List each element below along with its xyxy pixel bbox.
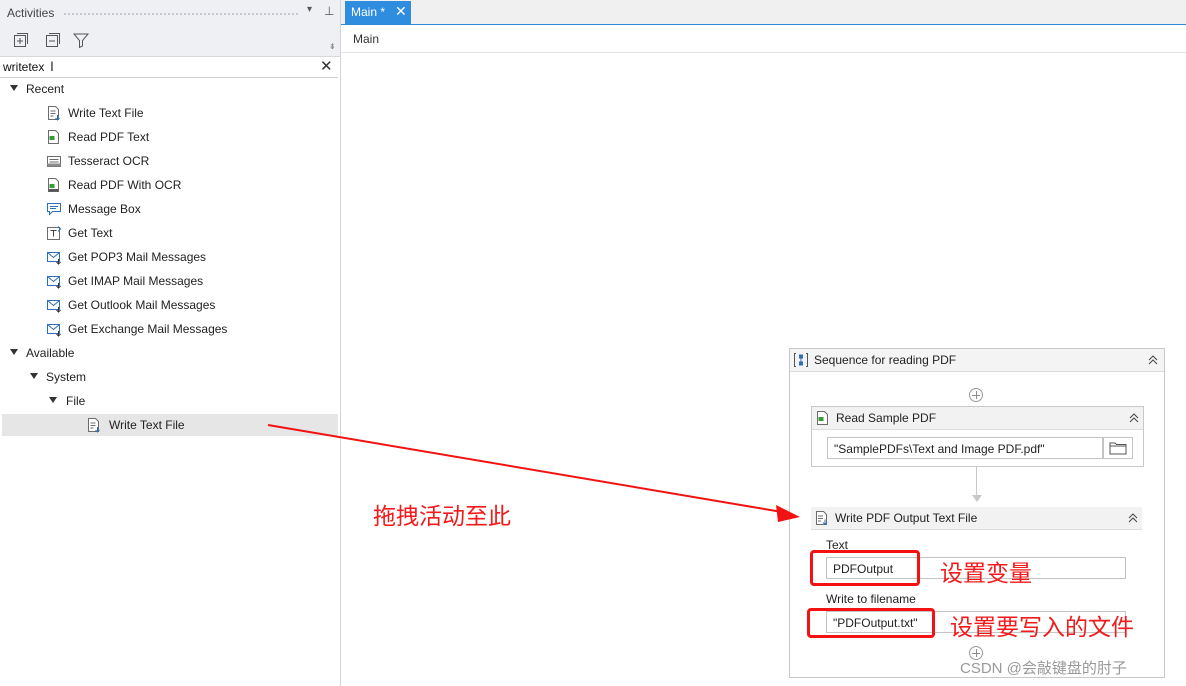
highlight-filename-field <box>807 608 935 638</box>
toolbar-overflow-icon[interactable]: ⇟ <box>329 42 336 51</box>
mail-icon <box>47 324 61 337</box>
write-text-file-icon <box>816 511 828 525</box>
tree-item-label: Get Text <box>68 226 113 240</box>
tree-group-file[interactable]: File <box>0 390 338 412</box>
get-text-icon <box>47 226 61 240</box>
expand-all-icon[interactable] <box>12 31 30 49</box>
breadcrumb-bar: Main <box>341 25 1186 53</box>
tree-group-available[interactable]: Available <box>0 342 338 364</box>
collapse-all-icon[interactable] <box>44 31 62 49</box>
activities-search: I ✕ <box>0 57 338 78</box>
read-pdf-icon <box>48 130 59 144</box>
search-input[interactable] <box>3 58 303 75</box>
tree-item-recent[interactable]: Get Text <box>0 222 338 244</box>
breadcrumb[interactable]: Main <box>353 32 379 46</box>
drag-annotation: 拖拽活动至此 <box>373 504 511 530</box>
collapse-icon[interactable] <box>1128 513 1138 523</box>
tree-group-label: Available <box>26 346 75 360</box>
tree-item-label: Read PDF With OCR <box>68 178 182 192</box>
tree-item-label: Tesseract OCR <box>68 154 150 168</box>
activity-header: Read Sample PDF <box>812 407 1143 430</box>
activities-toolbar: ⇟ <box>0 26 340 57</box>
tree-item-recent[interactable]: Write Text File <box>0 102 338 124</box>
mail-icon <box>47 276 61 289</box>
variable-annotation: 设置变量 <box>940 561 1032 587</box>
write-text-file-icon <box>48 106 60 121</box>
highlight-text-field <box>810 550 920 586</box>
tree-item-label: Get Outlook Mail Messages <box>68 298 216 312</box>
read-pdf-icon <box>817 411 828 425</box>
tree-item-recent[interactable]: Read PDF With OCR <box>0 174 338 196</box>
activities-panel-title: Activities <box>7 6 55 20</box>
tree-item-label: Write Text File <box>109 418 185 432</box>
connector-line <box>976 467 977 497</box>
tree-group-label: File <box>66 394 86 408</box>
tree-item-recent[interactable]: Get IMAP Mail Messages <box>0 270 338 292</box>
add-activity-icon[interactable] <box>969 388 983 402</box>
expanded-caret-icon[interactable] <box>30 373 38 379</box>
watermark: CSDN @会敲键盘的肘子 <box>960 660 1127 677</box>
file-name-field[interactable]: "SamplePDFs\Text and Image PDF.pdf" <box>827 437 1103 459</box>
read-pdf-ocr-icon <box>48 178 59 192</box>
tree-group-label: System <box>46 370 87 384</box>
pin-icon[interactable]: ⊥ <box>324 4 334 18</box>
tree-item-recent[interactable]: Message Box <box>0 198 338 220</box>
filter-icon[interactable] <box>72 31 90 49</box>
sequence-icon <box>794 353 808 367</box>
mail-icon <box>47 300 61 313</box>
activity-title: Read Sample PDF <box>836 411 937 425</box>
filename-label: Write to filename <box>826 592 916 606</box>
document-tabbar: Main * ✕ <box>341 0 1186 25</box>
tree-item-recent[interactable]: Tesseract OCR <box>0 150 338 172</box>
tree-group-system[interactable]: System <box>0 366 338 388</box>
activity-title: Write PDF Output Text File <box>835 511 978 525</box>
activities-panel: Activities ▾ ⊥ ⇟ I ✕ Recent Available <box>0 0 341 686</box>
tree-item-label: Message Box <box>68 202 141 216</box>
panel-dropdown-icon[interactable]: ▾ <box>307 4 312 15</box>
activities-panel-header: Activities ▾ ⊥ <box>0 0 340 26</box>
expanded-caret-icon[interactable] <box>10 85 18 91</box>
clear-search-icon[interactable]: ✕ <box>320 57 333 75</box>
tree-group-recent[interactable]: Recent <box>0 78 338 100</box>
write-text-file-icon <box>88 418 100 433</box>
close-icon[interactable]: ✕ <box>395 3 407 20</box>
mail-icon <box>47 252 61 265</box>
panel-grip[interactable] <box>63 12 299 16</box>
connector-arrow-icon <box>972 495 982 502</box>
tree-item-label: Get IMAP Mail Messages <box>68 274 204 288</box>
tree-item-label: Get POP3 Mail Messages <box>68 250 207 264</box>
tree-item-recent[interactable]: Get Exchange Mail Messages <box>0 318 338 340</box>
tree-item-write-text-file[interactable]: Write Text File <box>2 414 338 436</box>
tab-main[interactable]: Main * ✕ <box>345 1 411 24</box>
ocr-icon <box>47 156 61 167</box>
sequence-header: Sequence for reading PDF <box>790 349 1164 372</box>
browse-button[interactable] <box>1103 437 1133 459</box>
tab-label: Main * <box>351 5 386 19</box>
file-annotation: 设置要写入的文件 <box>950 615 1134 641</box>
expanded-caret-icon[interactable] <box>10 349 18 355</box>
collapse-icon[interactable] <box>1129 413 1139 423</box>
tree-item-label: Read PDF Text <box>68 130 150 144</box>
message-box-icon <box>47 203 61 216</box>
activity-header: Write PDF Output Text File <box>811 507 1142 530</box>
sequence-title: Sequence for reading PDF <box>814 353 957 367</box>
tree-group-label: Recent <box>26 82 65 96</box>
text-cursor-icon: I <box>50 58 54 74</box>
tree-item-recent[interactable]: Get Outlook Mail Messages <box>0 294 338 316</box>
activity-read-sample-pdf[interactable]: Read Sample PDF "SamplePDFs\Text and Ima… <box>811 406 1144 467</box>
collapse-icon[interactable] <box>1148 355 1158 365</box>
tree-item-recent[interactable]: Read PDF Text <box>0 126 338 148</box>
tree-item-label: Write Text File <box>68 106 144 120</box>
tree-item-label: Get Exchange Mail Messages <box>68 322 228 336</box>
expanded-caret-icon[interactable] <box>49 397 57 403</box>
tree-item-recent[interactable]: Get POP3 Mail Messages <box>0 246 338 268</box>
folder-icon <box>1109 442 1127 455</box>
